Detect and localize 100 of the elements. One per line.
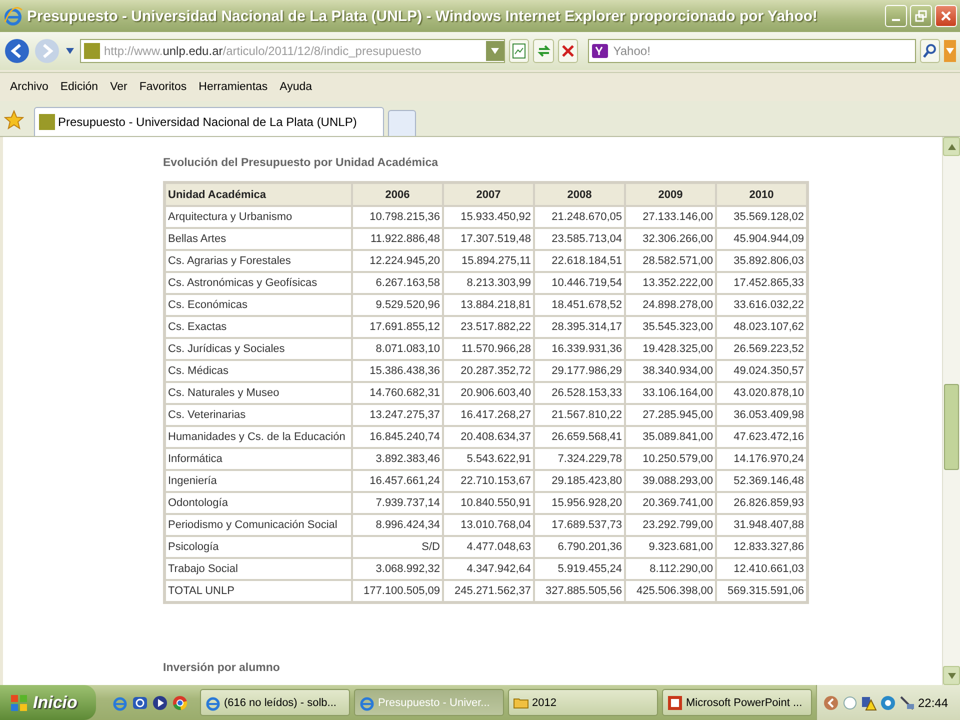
table-cell: 21.248.670,05: [534, 206, 625, 228]
table-cell: 26.826.859,93: [716, 492, 807, 514]
table-cell: 12.410.661,03: [716, 558, 807, 580]
network-icon[interactable]: [898, 694, 915, 710]
warning-icon[interactable]: [860, 694, 877, 710]
vertical-scrollbar[interactable]: [942, 137, 960, 685]
table-cell: 7.939.737,14: [352, 492, 443, 514]
menu-item[interactable]: Favoritos: [133, 81, 193, 93]
table-cell: 27.285.945,00: [625, 404, 716, 426]
table-cell: Cs. Veterinarias: [165, 404, 352, 426]
taskbar-button[interactable]: 2012: [508, 689, 658, 716]
menu-item[interactable]: Archivo: [4, 81, 54, 93]
scroll-up-icon[interactable]: [948, 144, 956, 150]
menu-item[interactable]: Edición: [54, 81, 104, 93]
section-heading: Evolución del Presupuesto por Unidad Académica: [163, 157, 439, 169]
tray-app-icon[interactable]: [842, 694, 858, 710]
table-cell: 17.689.537,73: [534, 514, 625, 536]
table-cell: 52.369.146,48: [716, 470, 807, 492]
scroll-down-icon[interactable]: [948, 672, 956, 678]
history-dropdown[interactable]: [64, 48, 76, 54]
table-cell: 20.906.603,40: [443, 382, 534, 404]
close-icon: [940, 10, 952, 22]
table-cell: Arquitectura y Urbanismo: [165, 206, 352, 228]
refresh-icon: [536, 43, 552, 59]
table-cell: 9.323.681,00: [625, 536, 716, 558]
refresh-button[interactable]: [533, 39, 554, 63]
column-header: 2008: [534, 183, 625, 206]
section-heading: Inversión por alumno: [163, 662, 281, 674]
table-cell: 4.477.048,63: [443, 536, 534, 558]
back-button[interactable]: [4, 37, 30, 65]
table-cell: 8.996.424,34: [352, 514, 443, 536]
menu-item[interactable]: Herramientas: [192, 81, 274, 93]
table-cell: 39.088.293,00: [625, 470, 716, 492]
table-cell: 26.569.223,52: [716, 338, 807, 360]
menu-item[interactable]: Ayuda: [274, 81, 318, 93]
clock: 22:44: [918, 696, 949, 710]
table-cell: 13.352.222,00: [625, 272, 716, 294]
table-cell: 11.922.886,48: [352, 228, 443, 250]
table-cell: Cs. Jurídicas y Sociales: [165, 338, 352, 360]
new-tab-button[interactable]: [388, 110, 416, 136]
table-cell: 12.224.945,20: [352, 250, 443, 272]
taskbar-button[interactable]: Microsoft PowerPoint ...: [662, 689, 812, 716]
table-cell: 23.517.882,22: [443, 316, 534, 338]
tray-globe-icon[interactable]: [880, 694, 896, 710]
browser-logo-icon: [3, 6, 23, 26]
table-cell: 32.306.266,00: [625, 228, 716, 250]
menu-item[interactable]: Ver: [104, 81, 134, 93]
close-button[interactable]: [935, 5, 957, 27]
scroll-thumb[interactable]: [944, 384, 959, 470]
table-cell: 31.948.407,88: [716, 514, 807, 536]
table-cell: 4.347.942,64: [443, 558, 534, 580]
page-chart-icon: [511, 43, 528, 59]
search-field[interactable]: Yahoo!: [588, 39, 916, 63]
table-cell: Cs. Naturales y Museo: [165, 382, 352, 404]
table-cell: 6.790.201,36: [534, 536, 625, 558]
table-cell: 16.417.268,27: [443, 404, 534, 426]
table-cell: 23.585.713,04: [534, 228, 625, 250]
table-cell: 14.760.682,31: [352, 382, 443, 404]
url-dropdown[interactable]: [486, 41, 504, 61]
table-cell: 35.892.806,03: [716, 250, 807, 272]
column-header: Unidad Académica: [165, 183, 352, 206]
table-cell: 13.247.275,37: [352, 404, 443, 426]
table-cell: 5.919.455,24: [534, 558, 625, 580]
tray-expand-icon[interactable]: [822, 694, 839, 710]
address-field[interactable]: http://www.unlp.edu.ar/articulo/2011/12/8/indic_presupuesto: [80, 39, 505, 63]
windows-flag-icon: [10, 694, 28, 712]
table-cell: 16.845.240,74: [352, 426, 443, 448]
restore-icon: [915, 10, 927, 22]
stop-button[interactable]: [558, 39, 578, 63]
minimize-button[interactable]: [885, 5, 907, 27]
compatibility-button[interactable]: [508, 39, 530, 63]
table-cell: 20.287.352,72: [443, 360, 534, 382]
table-cell: 24.898.278,00: [625, 294, 716, 316]
chrome-browser-icon[interactable]: [172, 694, 188, 710]
table-cell: 8.071.083,10: [352, 338, 443, 360]
table-cell: 13.010.768,04: [443, 514, 534, 536]
table-cell: 22.618.184,51: [534, 250, 625, 272]
table-cell: Bellas Artes: [165, 228, 352, 250]
taskbar-button[interactable]: (616 no leídos) - solb...: [200, 689, 350, 716]
table-cell: Trabajo Social: [165, 558, 352, 580]
table-cell: 35.569.128,02: [716, 206, 807, 228]
table-cell: 28.582.571,00: [625, 250, 716, 272]
table-cell: 13.884.218,81: [443, 294, 534, 316]
media-player-icon[interactable]: [152, 694, 168, 710]
browser-tab[interactable]: Presupuesto - Universidad Nacional de La Plata (UNLP): [34, 107, 384, 136]
restore-button[interactable]: [910, 5, 932, 27]
table-cell: 35.089.841,00: [625, 426, 716, 448]
window-title: Presupuesto - Universidad Nacional de La Plata (UNLP) - Windows Internet Explorer proporcionado por Yahoo!: [27, 8, 819, 24]
table-cell: Cs. Agrarias y Forestales: [165, 250, 352, 272]
column-header: 2009: [625, 183, 716, 206]
column-header: 2006: [352, 183, 443, 206]
table-cell: 10.446.719,54: [534, 272, 625, 294]
table-cell: 8.112.290,00: [625, 558, 716, 580]
table-cell: Periodismo y Comunicación Social: [165, 514, 352, 536]
email-launch-icon[interactable]: [132, 694, 148, 710]
table-cell: Informática: [165, 448, 352, 470]
table-cell: 26.659.568,41: [534, 426, 625, 448]
table-cell: 16.457.661,24: [352, 470, 443, 492]
search-button[interactable]: [920, 39, 940, 63]
presentation-icon: [666, 694, 683, 710]
